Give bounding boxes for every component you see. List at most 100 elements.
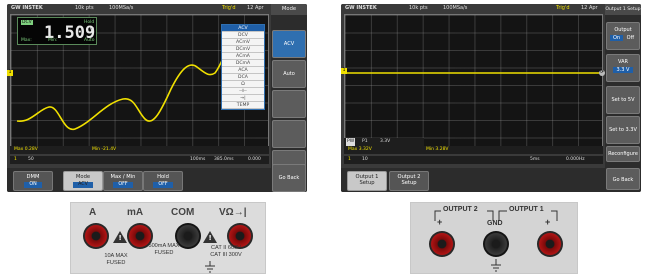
fuse-rating-ma: 500mA MAX FUSED	[141, 243, 187, 256]
mode-option[interactable]: ACV	[222, 25, 264, 32]
dmm-max-label: Max:	[21, 38, 32, 43]
knob-indicator-icon: ⟳	[599, 70, 605, 76]
dmm-input-panel: A mA COM VΩ→| 10A MAX FUSED 500mA MAX FU…	[70, 202, 266, 274]
bottom-menu-button[interactable]: Hold OFF	[143, 171, 183, 191]
frequency-readout: 0.000Hz	[566, 157, 585, 162]
bottom-menu: DMM ON Mode ACV Max / Min OFF Hold OFF	[7, 168, 271, 192]
bottom-menu-label: Hold	[157, 174, 169, 180]
bottom-menu-button[interactable]: Mode ACV	[63, 171, 103, 191]
mode-option[interactable]: DCA	[222, 74, 264, 81]
date-label: 12 Apr	[247, 5, 264, 11]
bottom-menu-value: Setup	[359, 180, 375, 186]
brand-label: GW INSTEK	[345, 5, 377, 11]
bottom-menu-value: Setup	[401, 180, 417, 186]
go-back-button[interactable]: Go Back	[272, 164, 306, 192]
warning-icon	[203, 231, 217, 243]
mode-option[interactable]: Ω	[222, 81, 264, 88]
bottom-menu-label: Max / Min	[110, 174, 136, 180]
time-offset: 385.0ms	[214, 157, 234, 162]
channel1-marker[interactable]: 1	[7, 70, 13, 76]
set-3v3-button[interactable]: Set to 3.3V	[606, 116, 640, 144]
bottom-menu: Output 1 Setup Output 2 Setup	[341, 168, 605, 192]
mode-option[interactable]: ACA	[222, 67, 264, 74]
output-voltage: 3.3V	[380, 139, 391, 144]
bottom-menu-label: DMM	[26, 174, 40, 180]
bottom-menu-value: OFF	[153, 182, 173, 188]
points-label: 10k pts	[75, 5, 94, 11]
bottom-menu-button[interactable]: Output 1 Setup	[347, 171, 387, 191]
var-value: 3.3 V	[612, 67, 634, 73]
set-5v-button[interactable]: Set to 5V	[606, 86, 640, 114]
output-channel: P1	[362, 139, 368, 144]
category-rating: CAT II 600V CAT III 300V	[203, 245, 249, 258]
bottom-menu-button[interactable]: DMM ON	[13, 171, 53, 191]
sample-rate-label: 100MSa/s	[109, 5, 134, 11]
side-button-4[interactable]	[272, 120, 306, 148]
dmm-mode-tag: DCV	[21, 20, 33, 25]
fuse-rating-line: FUSED	[154, 249, 174, 256]
mode-option[interactable]: ACmA	[222, 53, 264, 60]
a-input-jack[interactable]	[83, 223, 109, 249]
auto-range-button[interactable]: Auto	[272, 60, 306, 88]
output1-plus-label: +	[545, 217, 551, 227]
jack-label-v-ohm-diode: VΩ→|	[219, 207, 247, 218]
dmm-min-label: Min:	[48, 38, 58, 43]
top-status-bar: GW INSTEK 10k pts 100MSa/s Trig'd 12 Apr	[341, 4, 603, 13]
waveform-grid	[344, 14, 603, 154]
mode-option[interactable]: DCmV	[222, 46, 264, 53]
side-button-3[interactable]	[272, 90, 306, 118]
output-off-option[interactable]: Off	[625, 35, 636, 41]
mode-option[interactable]: →|	[222, 95, 264, 102]
dmm-unit: V	[90, 27, 95, 34]
power-output-panel: OUTPUT 2 OUTPUT 1 + GND +	[410, 202, 578, 274]
scale-status-bar: 1 10 5ms 0.000Hz	[344, 156, 603, 164]
mode-option[interactable]: DCmA	[222, 60, 264, 67]
output-toggle-button[interactable]: Output On Off	[606, 22, 640, 50]
time-div: 5ms	[530, 157, 540, 162]
output2-plus-label: +	[437, 217, 443, 227]
channel1-marker[interactable]: 1	[341, 68, 347, 74]
mode-option[interactable]: TEMP	[222, 102, 264, 109]
trigger-status: Trig'd	[556, 5, 570, 11]
brand-label: GW INSTEK	[11, 5, 43, 11]
dmm-scope-screen: GW INSTEK 10k pts 100MSa/s Trig'd 12 Apr…	[7, 4, 307, 192]
output2-positive-jack[interactable]	[429, 231, 455, 257]
bottom-menu-value: OFF	[113, 182, 133, 188]
reconfigure-button[interactable]: Reconfigure	[606, 146, 640, 162]
jack-label-ma: mA	[127, 207, 144, 218]
pw-tag: PW	[346, 138, 356, 146]
time-div: 100ms	[190, 157, 206, 162]
mode-option[interactable]: ⊣⊢	[222, 88, 264, 95]
trigger-status: Trig'd	[222, 5, 236, 11]
channel-number: 1	[14, 157, 17, 162]
output-label: Output	[614, 27, 632, 33]
points-label: 10k pts	[409, 5, 428, 11]
min-readout: Min -21.4V	[92, 147, 117, 152]
power-status-bar: PW P1 3.3V	[344, 138, 424, 146]
bottom-menu-button[interactable]: Max / Min OFF	[103, 171, 143, 191]
measurement-status-bar: Max 3.32V Min 3.28V	[344, 146, 603, 154]
dmm-readout: DCV 1.509 V Hold Auto Max: Min:	[17, 17, 97, 45]
side-menu-title: Output 1 Setup	[605, 4, 641, 15]
bottom-menu-label: Mode	[75, 174, 91, 180]
var-label: VAR	[618, 59, 628, 65]
power-output-scope-screen: GW INSTEK 10k pts 100MSa/s Trig'd 12 Apr…	[341, 4, 641, 192]
bottom-menu-button[interactable]: Output 2 Setup	[389, 171, 429, 191]
mode-dropdown[interactable]: ACV DCV ACmV DCmV ACmA DCmA ACA DCA Ω ⊣⊢ →| TEMP	[221, 24, 265, 110]
measurement-status-bar: Max 0.28V Min -21.4V	[10, 146, 269, 154]
date-label: 12 Apr	[581, 5, 598, 11]
ground-jack[interactable]	[483, 231, 509, 257]
mode-option[interactable]: ACmV	[222, 39, 264, 46]
mode-acv-button[interactable]: ACV	[272, 30, 306, 58]
gnd-label: GND	[487, 220, 503, 227]
output-on-option[interactable]: On	[609, 35, 624, 41]
mode-option[interactable]: DCV	[222, 32, 264, 39]
output1-positive-jack[interactable]	[537, 231, 563, 257]
bottom-menu-value: ON	[24, 182, 42, 188]
warning-icon	[113, 231, 127, 243]
go-back-button[interactable]: Go Back	[606, 168, 640, 190]
var-voltage-button[interactable]: VAR 3.3 V	[606, 54, 640, 82]
side-menu: Mode ACV Auto Go Back	[271, 4, 307, 192]
dmm-hold: Hold	[84, 20, 95, 25]
volts-div: 50	[28, 157, 34, 162]
